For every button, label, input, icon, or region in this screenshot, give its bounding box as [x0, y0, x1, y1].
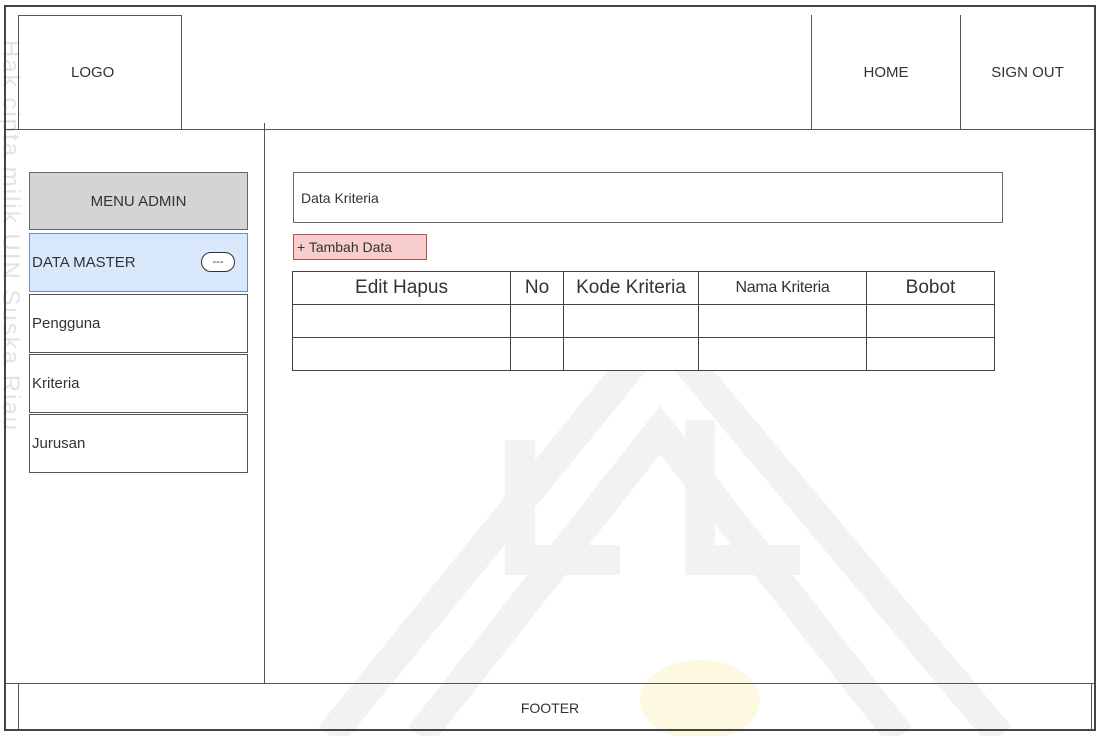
- table-cell: [698, 337, 867, 371]
- collapse-toggle[interactable]: ---: [201, 252, 235, 272]
- footer: FOOTER: [6, 683, 1094, 732]
- menu-admin-heading: MENU ADMIN: [29, 172, 248, 230]
- logo: LOGO: [18, 15, 182, 129]
- table-cell: [698, 304, 867, 338]
- sidebar-item-kriteria[interactable]: Kriteria: [29, 354, 248, 413]
- sidebar-item-label: Kriteria: [32, 375, 80, 392]
- table-cell: [866, 304, 995, 338]
- column-header-no: No: [510, 271, 564, 305]
- sidebar-item-label: Jurusan: [32, 435, 86, 452]
- header: LOGO HOME SIGN OUT: [6, 15, 1094, 130]
- table-cell: [292, 337, 511, 371]
- add-data-button[interactable]: + Tambah Data: [293, 234, 427, 260]
- table-header-row: Edit Hapus No Kode Kriteria Nama Kriteri…: [292, 271, 995, 305]
- footer-label: FOOTER: [520, 700, 580, 716]
- column-header-kode-kriteria: Kode Kriteria: [563, 271, 699, 305]
- column-header-bobot: Bobot: [866, 271, 995, 305]
- sign-out-link[interactable]: SIGN OUT: [960, 15, 1094, 129]
- table-row: [292, 304, 995, 338]
- table-cell: [510, 337, 564, 371]
- table-cell: [292, 304, 511, 338]
- home-link[interactable]: HOME: [811, 15, 960, 129]
- sidebar-item-pengguna[interactable]: Pengguna: [29, 294, 248, 353]
- sidebar-item-label: DATA MASTER: [32, 254, 136, 271]
- sidebar-divider: [264, 123, 265, 683]
- page-title: Data Kriteria: [293, 172, 1003, 223]
- criteria-table: Edit Hapus No Kode Kriteria Nama Kriteri…: [292, 271, 995, 371]
- sidebar-item-label: Pengguna: [32, 315, 101, 332]
- table-cell: [866, 337, 995, 371]
- table-row: [292, 337, 995, 371]
- app-frame: LOGO HOME SIGN OUT MENU ADMIN DATA MASTE…: [4, 5, 1096, 731]
- column-header-nama-kriteria: Nama Kriteria: [698, 271, 867, 305]
- sidebar-item-data-master[interactable]: DATA MASTER ---: [29, 233, 248, 292]
- table-cell: [510, 304, 564, 338]
- table-cell: [563, 337, 699, 371]
- table-cell: [563, 304, 699, 338]
- column-header-edit-hapus: Edit Hapus: [292, 271, 511, 305]
- sidebar-item-jurusan[interactable]: Jurusan: [29, 414, 248, 473]
